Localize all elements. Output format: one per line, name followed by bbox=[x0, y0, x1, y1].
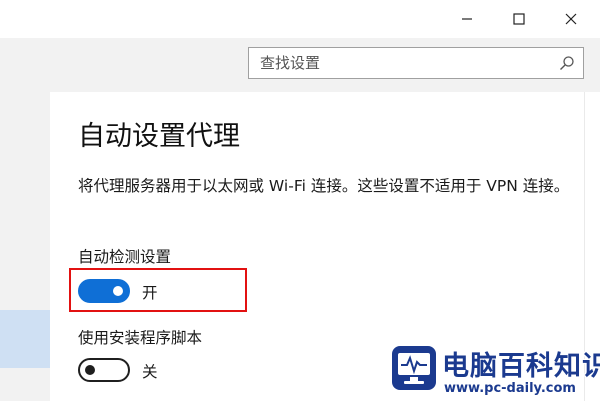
maximize-button[interactable] bbox=[496, 4, 542, 34]
watermark: 电脑百科知识 www.pc-daily.com bbox=[384, 342, 600, 401]
close-icon bbox=[565, 13, 577, 25]
close-button[interactable] bbox=[548, 4, 594, 34]
search-box[interactable] bbox=[248, 47, 584, 79]
page-description: 将代理服务器用于以太网或 Wi-Fi 连接。这些设置不适用于 VPN 连接。 bbox=[78, 177, 570, 195]
watermark-title: 电脑百科知识 bbox=[442, 351, 600, 382]
highlight-annotation bbox=[69, 268, 247, 312]
setup-script-label: 使用安装程序脚本 bbox=[78, 329, 203, 347]
watermark-url: www.pc-daily.com bbox=[444, 381, 576, 396]
search-input[interactable] bbox=[249, 48, 560, 78]
auto-detect-label: 自动检测设置 bbox=[78, 248, 172, 266]
setup-script-state: 关 bbox=[142, 363, 158, 381]
minimize-button[interactable] bbox=[444, 4, 490, 34]
sidebar bbox=[0, 92, 50, 401]
setup-script-toggle[interactable] bbox=[78, 358, 130, 382]
toggle-knob bbox=[85, 365, 95, 375]
maximize-icon bbox=[513, 13, 525, 25]
minimize-icon bbox=[462, 18, 472, 20]
title-bar bbox=[0, 0, 600, 38]
page-title: 自动设置代理 bbox=[78, 121, 240, 152]
monitor-pulse-icon bbox=[392, 346, 436, 390]
sidebar-item-selected[interactable] bbox=[0, 310, 50, 368]
search-icon[interactable] bbox=[559, 55, 575, 71]
